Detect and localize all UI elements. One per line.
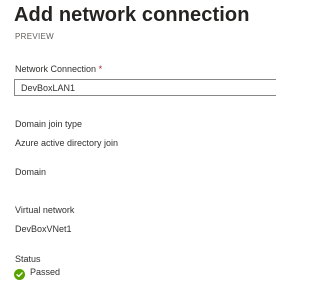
virtual-network-value: DevBoxVNet1 [15,224,72,234]
add-network-connection-panel: Add network connection PREVIEW Network C… [0,0,276,300]
check-circle-icon [14,267,25,280]
domain-join-type-label: Domain join type [15,119,83,129]
domain-label: Domain [15,167,47,177]
domain-join-type-value: Azure active directory join [15,138,119,148]
status-label: Status [15,254,41,264]
network-connection-value: DevBoxLAN1 [21,83,76,93]
page-title: Add network connection [14,4,250,26]
preview-label: PREVIEW [15,32,54,41]
required-marker: * [98,64,103,74]
virtual-network-label: Virtual network [15,205,75,215]
network-connection-label: Network Connection * [15,64,102,74]
network-connection-label-text: Network Connection [15,64,97,74]
status-indicator: Passed [14,266,61,280]
status-value: Passed [30,267,61,277]
network-connection-field[interactable]: DevBoxLAN1 [14,79,276,96]
